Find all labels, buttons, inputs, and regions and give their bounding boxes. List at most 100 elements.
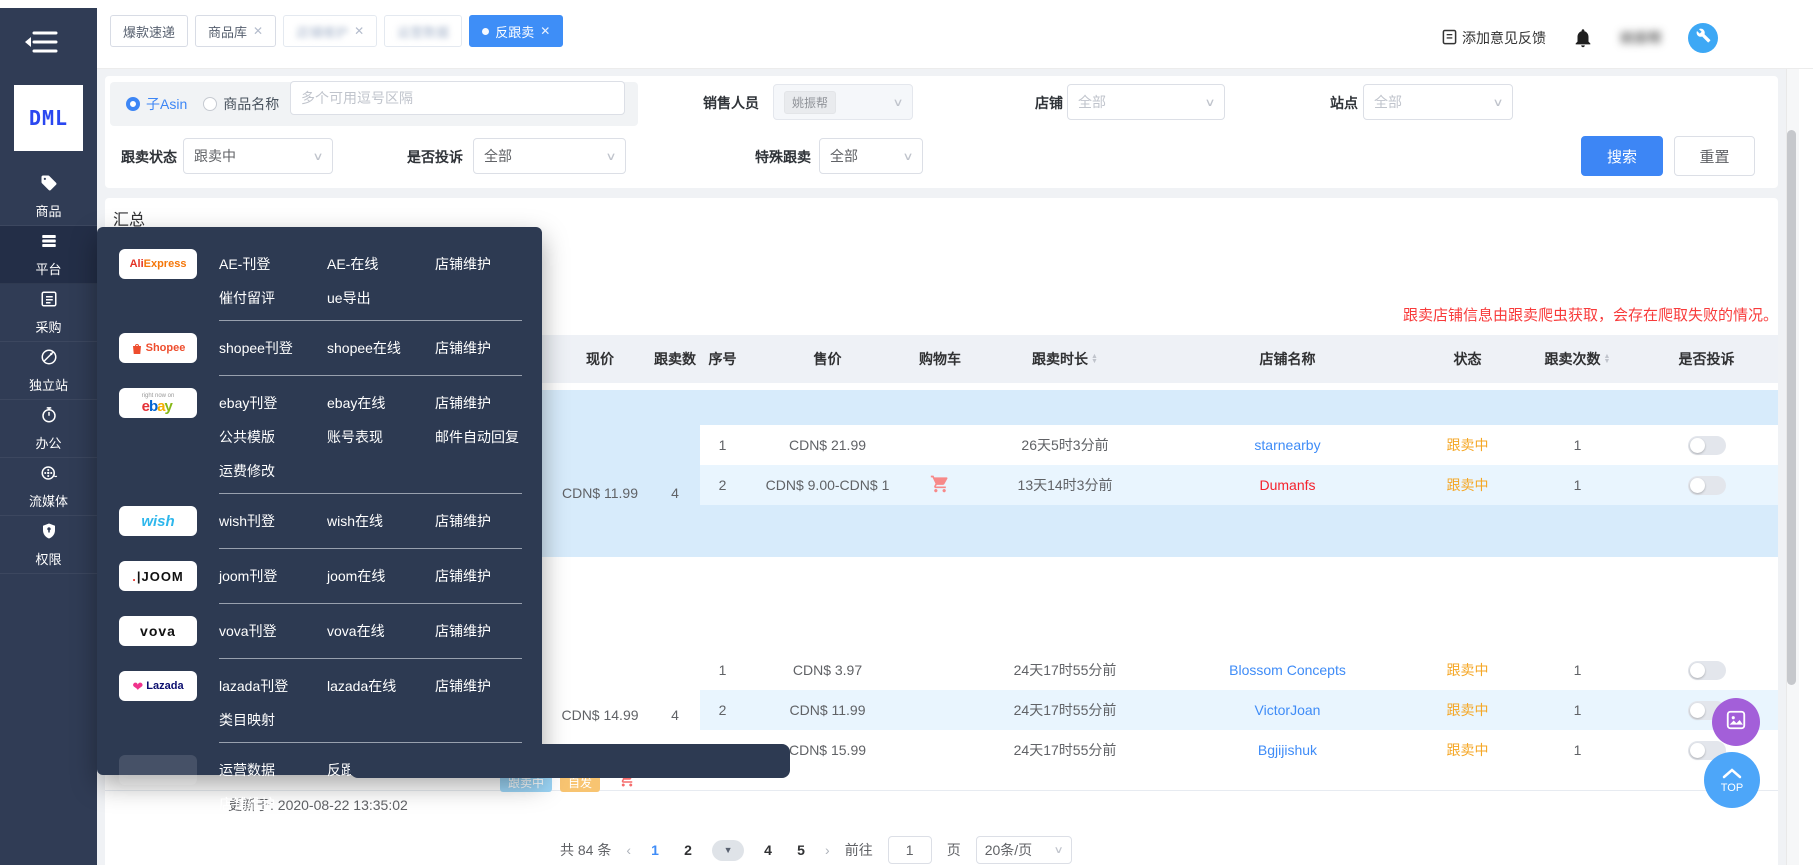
menu-link[interactable]: vova在线 [327,621,429,641]
user-avatar[interactable] [1688,23,1718,53]
store-link[interactable]: Dumanfs [1259,477,1315,493]
radio-sub-asin[interactable]: 子Asin [126,94,187,114]
site-select[interactable]: 全部∨ [1363,84,1513,120]
tab-blurred-1[interactable]: 店铺维护✕ [283,15,377,47]
store-link[interactable]: Blossom Concepts [1229,662,1346,678]
page-5[interactable]: 5 [792,842,810,858]
complaint-select[interactable]: 全部∨ [473,138,626,174]
close-icon[interactable]: ✕ [354,24,364,38]
menu-link[interactable]: AE-刊登 [219,254,321,274]
status-badge: 跟卖中 [1415,740,1520,760]
row-duration: 24天17时55分前 [970,660,1160,680]
menu-link[interactable]: 店铺维护 [435,393,519,413]
more-pages-icon[interactable]: ▼ [712,840,744,861]
tab-product-library[interactable]: 商品库✕ [195,15,276,47]
chevron-down-icon: ∨ [1054,845,1064,856]
menu-link[interactable]: joom在线 [327,566,429,586]
complaint-toggle[interactable] [1688,661,1726,680]
menu-link[interactable]: shopee刊登 [219,338,321,358]
scrollbar-thumb[interactable] [1787,130,1796,685]
prev-page-arrow[interactable]: ‹ [626,842,631,858]
menu-link[interactable]: shopee在线 [327,338,429,358]
store-link[interactable]: Bgjijishuk [1258,742,1317,758]
collapse-menu-icon[interactable] [24,26,64,60]
back-to-top-button[interactable]: TOP [1704,752,1760,808]
notification-bell-icon[interactable] [1572,27,1594,49]
menu-link[interactable]: wish在线 [327,511,429,531]
menu-link[interactable]: 账号表现 [327,427,429,447]
search-type-radio-group: 子Asin 商品名称 [126,94,279,114]
menu-link[interactable]: 店铺维护 [435,254,491,274]
shop-select[interactable]: 全部∨ [1067,84,1225,120]
menu-link[interactable]: ebay刊登 [219,393,321,413]
radio-product-name[interactable]: 商品名称 [203,94,279,114]
menu-link[interactable]: 店铺维护 [219,794,321,814]
menu-link[interactable]: wish刊登 [219,511,321,531]
menu-link[interactable]: vova刊登 [219,621,321,641]
special-follow-select[interactable]: 全部∨ [819,138,923,174]
app-logo[interactable]: DML [14,85,83,151]
menu-link[interactable]: lazada在线 [327,676,429,696]
menu-link[interactable]: 店铺维护 [435,676,491,696]
row-store: Blossom Concepts [1160,662,1415,678]
complaint-label: 是否投诉 [407,147,463,167]
table-row: 2 CDN$ 9.00-CDN$ 1 13天14时3分前 Dumanfs 跟卖中… [700,465,1778,505]
menu-link[interactable]: 运营数据 [219,760,321,780]
search-button[interactable]: 搜索 [1581,136,1663,176]
reset-button[interactable]: 重置 [1674,136,1755,176]
row-duration: 24天17时55分前 [970,700,1160,720]
menu-link[interactable]: joom刊登 [219,566,321,586]
menu-link[interactable]: 催付留评 [219,288,321,308]
tab-hot-express[interactable]: 爆款速递 [110,15,188,47]
complaint-toggle[interactable] [1688,436,1726,455]
store-link[interactable]: VictorJoan [1255,702,1321,718]
sidebar-item-goods[interactable]: 商品 [0,168,97,226]
menu-link[interactable]: AE-在线 [327,254,429,274]
close-icon[interactable]: ✕ [540,24,550,38]
sidebar-item-independent-site[interactable]: 独立站 [0,342,97,400]
menu-link[interactable]: ebay在线 [327,393,429,413]
page-1[interactable]: 1 [646,842,664,858]
menu-link[interactable]: 店铺维护 [435,621,491,641]
menu-link[interactable]: 类目映射 [219,710,321,730]
sidebar-item-purchase[interactable]: 采购 [0,284,97,342]
keyword-input[interactable] [290,81,625,115]
menu-link[interactable]: 运费修改 [219,461,321,481]
page-2[interactable]: 2 [679,842,697,858]
topbar: 爆款速递 商品库✕ 店铺维护✕ 运营数据 反跟卖✕ 添加意见反馈 姚振帮 [97,8,1813,69]
follow-status-select[interactable]: 跟卖中∨ [183,138,333,174]
feedback-button[interactable]: 添加意见反馈 [1442,28,1546,48]
toggle-knob [1690,703,1705,718]
menu-link[interactable]: 店铺维护 [435,566,491,586]
menu-link[interactable]: 公共模版 [219,427,321,447]
username[interactable]: 姚振帮 [1620,28,1662,48]
menu-link[interactable]: lazada刊登 [219,676,321,696]
media-reel-icon [40,464,58,487]
menu-link[interactable]: 店铺维护 [435,511,491,531]
menu-link[interactable]: ue导出 [327,288,429,308]
page-size-select[interactable]: 20条/页∨ [976,836,1072,864]
sidebar-item-streaming[interactable]: 流媒体 [0,458,97,516]
sidebar-item-office[interactable]: 办公 [0,400,97,458]
table-row: 3 CDN$ 15.99 24天17时55分前 Bgjijishuk 跟卖中 1 [700,730,1778,770]
sidebar-item-permission[interactable]: 权限 [0,516,97,574]
menu-link[interactable]: 邮件自动回复 [435,427,519,447]
feedback-float-button[interactable] [1712,698,1760,746]
complaint-toggle[interactable] [1688,476,1726,495]
shop-value: 全部 [1078,92,1106,112]
page-4[interactable]: 4 [759,842,777,858]
goto-page-input[interactable] [888,836,932,864]
sort-icon[interactable]: ▲▼ [1604,354,1611,364]
menu-section-aliexpress: AliExpress AE-刊登 AE-在线 店铺维护 催付留评 ue导出 [97,241,542,316]
menu-link[interactable]: 店铺维护 [435,338,491,358]
chevron-down-icon: ∨ [1492,96,1503,109]
close-icon[interactable]: ✕ [253,24,263,38]
tab-anti-follow-sell[interactable]: 反跟卖✕ [469,15,563,47]
sort-icon[interactable]: ▲▼ [1091,354,1098,364]
next-page-arrow[interactable]: › [825,842,830,858]
salesperson-select[interactable]: 姚振帮∨ [773,84,913,120]
tab-blurred-2[interactable]: 运营数据 [384,15,462,47]
store-link[interactable]: starnearby [1254,437,1320,453]
sidebar-item-platform[interactable]: 平台 [0,226,97,284]
cart-icon [930,481,950,497]
